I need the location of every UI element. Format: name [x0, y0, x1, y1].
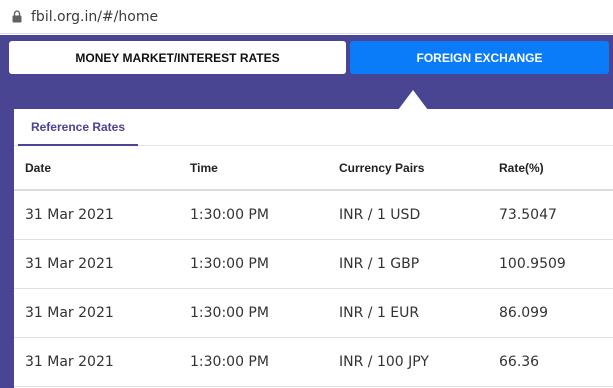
table-row: 31 Mar 2021 1:30:00 PM INR / 1 USD 73.50… [14, 190, 613, 240]
subtab-reference-rates[interactable]: Reference Rates [18, 109, 138, 146]
cell-time: 1:30:00 PM [190, 190, 339, 240]
subtab-bar: Reference Rates [14, 109, 613, 146]
cell-rate: 66.36 [499, 337, 613, 387]
column-header-date[interactable]: Date [14, 146, 190, 191]
cell-time: 1:30:00 PM [190, 288, 339, 338]
cell-date: 31 Mar 2021 [14, 288, 190, 338]
cell-time: 1:30:00 PM [190, 239, 339, 289]
cell-currency-pair: INR / 1 GBP [339, 239, 499, 289]
cell-date: 31 Mar 2021 [14, 337, 190, 387]
tab-foreign-exchange[interactable]: FOREIGN EXCHANGE [350, 41, 609, 74]
table-header-row: Date Time Currency Pairs Rate(%) [14, 146, 613, 191]
cell-rate: 100.9509 [499, 239, 613, 289]
active-tab-pointer [398, 90, 428, 110]
column-header-time[interactable]: Time [190, 146, 339, 191]
url-text[interactable]: fbil.org.in/#/home [31, 9, 158, 25]
table-row: 31 Mar 2021 1:30:00 PM INR / 1 GBP 100.9… [14, 239, 613, 289]
column-header-rate[interactable]: Rate(%) [499, 146, 613, 191]
table-row: 31 Mar 2021 1:30:00 PM INR / 1 EUR 86.09… [14, 288, 613, 338]
lock-icon[interactable] [12, 10, 22, 23]
cell-rate: 86.099 [499, 288, 613, 338]
rates-table: Date Time Currency Pairs Rate(%) 31 Mar … [14, 146, 613, 387]
cell-rate: 73.5047 [499, 190, 613, 240]
cell-date: 31 Mar 2021 [14, 239, 190, 289]
address-bar[interactable]: fbil.org.in/#/home [0, 0, 613, 34]
cell-currency-pair: INR / 1 USD [339, 190, 499, 240]
cell-date: 31 Mar 2021 [14, 190, 190, 240]
reference-rates-card: Reference Rates Date Time Currency Pairs… [14, 109, 613, 388]
column-header-currency-pairs[interactable]: Currency Pairs [339, 146, 499, 191]
cell-time: 1:30:00 PM [190, 337, 339, 387]
tab-money-market[interactable]: MONEY MARKET/INTEREST RATES [9, 41, 346, 74]
table-row: 31 Mar 2021 1:30:00 PM INR / 100 JPY 66.… [14, 337, 613, 387]
cell-currency-pair: INR / 1 EUR [339, 288, 499, 338]
page-background: MONEY MARKET/INTEREST RATES FOREIGN EXCH… [0, 35, 613, 388]
cell-currency-pair: INR / 100 JPY [339, 337, 499, 387]
